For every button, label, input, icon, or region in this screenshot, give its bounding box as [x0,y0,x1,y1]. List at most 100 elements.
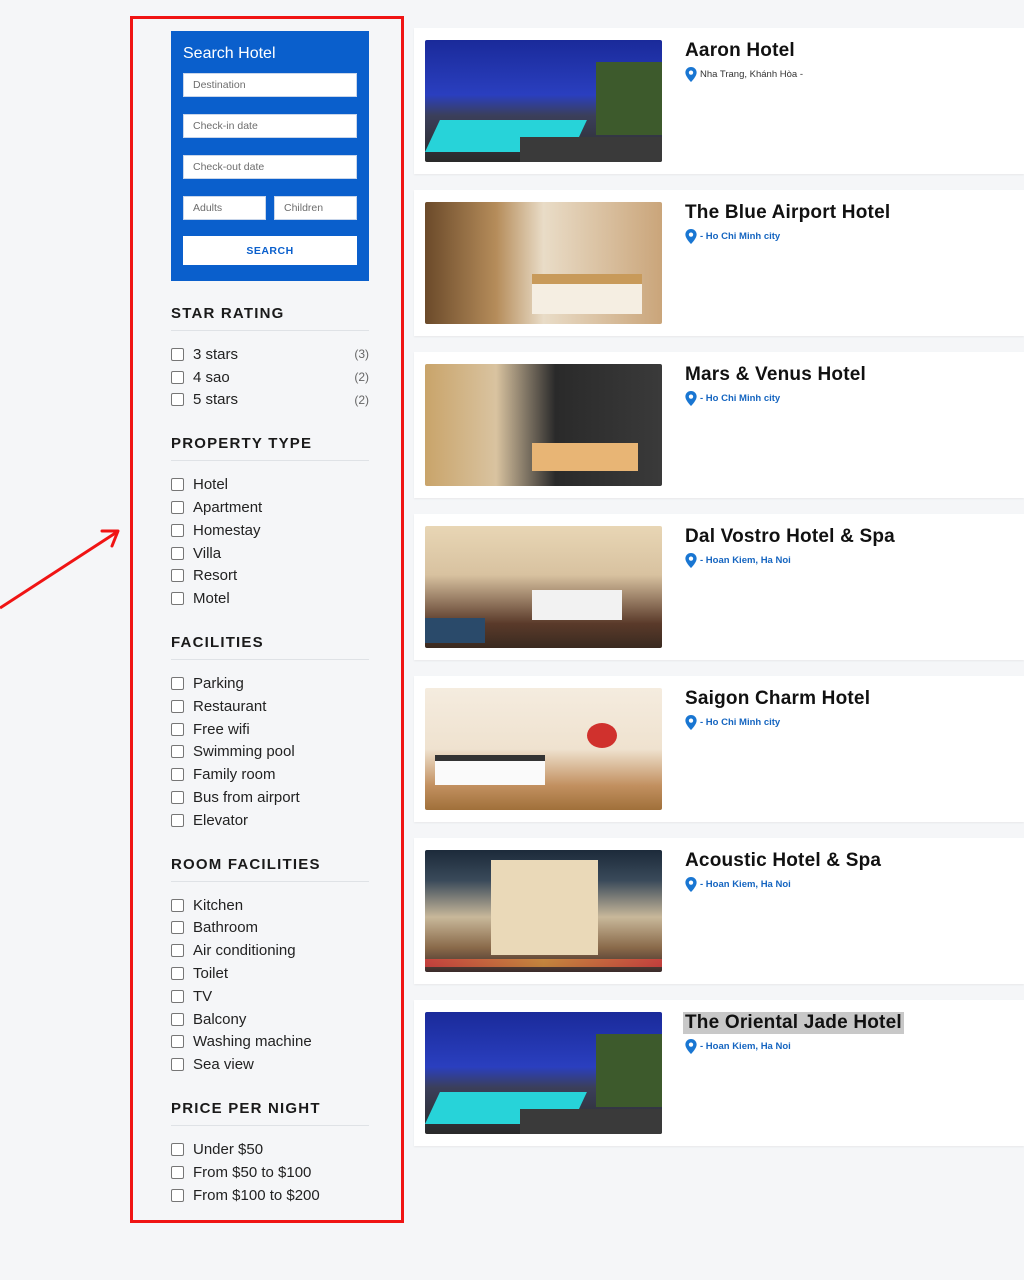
hotel-image[interactable] [425,202,662,324]
filter-option-elevator[interactable]: Elevator [171,809,369,832]
filter-option-swimming-pool[interactable]: Swimming pool [171,741,369,764]
filter-option-hotel[interactable]: Hotel [171,473,369,496]
filter-option-3-stars[interactable]: 3 stars (3) [171,343,369,366]
filter-option-restaurant[interactable]: Restaurant [171,695,369,718]
checkbox[interactable] [171,944,184,958]
filter-option-50-to-100[interactable]: From $50 to $100 [171,1161,369,1184]
hotel-name-link[interactable]: The Oriental Jade Hotel [683,1012,904,1034]
checkbox[interactable] [171,1188,184,1202]
checkbox[interactable] [171,1165,184,1179]
search-hotel-form: Search Hotel SEARCH [171,31,369,281]
hotel-card[interactable]: Mars & Venus Hotel - Ho Chi Minh city [414,352,1024,498]
option-label: Apartment [193,499,263,517]
checkbox[interactable] [171,813,184,827]
option-label: Bathroom [193,919,259,937]
checkbox[interactable] [171,478,184,492]
checkbox[interactable] [171,989,184,1003]
checkbox[interactable] [171,967,184,981]
filter-option-free-wifi[interactable]: Free wifi [171,718,369,741]
filter-option-100-to-200[interactable]: From $100 to $200 [171,1184,369,1207]
option-label: Parking [193,675,244,693]
hotel-card[interactable]: Acoustic Hotel & Spa - Hoan Kiem, Ha Noi [414,838,1024,984]
guests-row [183,196,357,237]
filter-option-kitchen[interactable]: Kitchen [171,894,369,917]
map-pin-icon [685,229,697,244]
checkbox[interactable] [171,1143,184,1157]
checkbox[interactable] [171,1012,184,1026]
checkbox[interactable] [171,569,184,583]
hotel-image[interactable] [425,688,662,810]
checkbox[interactable] [171,768,184,782]
checkin-date-input[interactable] [183,114,357,138]
filter-option-parking[interactable]: Parking [171,672,369,695]
filter-option-toilet[interactable]: Toilet [171,962,369,985]
checkbox[interactable] [171,523,184,537]
hotel-image[interactable] [425,526,662,648]
filter-option-balcony[interactable]: Balcony [171,1008,369,1031]
checkbox[interactable] [171,1035,184,1049]
map-pin-icon [685,715,697,730]
filter-title: FACILITIES [171,634,369,661]
price-per-night-filter: PRICE PER NIGHT Under $50 From $50 to $1… [171,1100,369,1206]
children-input[interactable] [274,196,357,220]
checkbox[interactable] [171,722,184,736]
option-label: Toilet [193,965,229,983]
annotation-arrow-icon [0,529,120,610]
hotel-card[interactable]: The Oriental Jade Hotel - Hoan Kiem, Ha … [414,1000,1024,1146]
map-pin-icon [685,877,697,892]
checkbox[interactable] [171,1058,184,1072]
checkbox[interactable] [171,791,184,805]
option-label: Free wifi [193,720,250,738]
filter-option-4-sao[interactable]: 4 sao (2) [171,366,369,389]
filter-option-washing-machine[interactable]: Washing machine [171,1031,369,1054]
checkbox[interactable] [171,592,184,606]
option-label: 4 sao [193,368,230,386]
filter-option-apartment[interactable]: Apartment [171,496,369,519]
checkout-date-input[interactable] [183,155,357,179]
checkbox[interactable] [171,699,184,713]
filter-option-sea-view[interactable]: Sea view [171,1053,369,1076]
adults-input[interactable] [183,196,266,220]
hotel-card[interactable]: The Blue Airport Hotel - Ho Chi Minh cit… [414,190,1024,336]
location-text: - Hoan Kiem, Ha Noi [700,555,791,566]
hotel-name-link[interactable]: Aaron Hotel [685,40,795,62]
checkbox[interactable] [171,898,184,912]
filter-option-5-stars[interactable]: 5 stars (2) [171,389,369,412]
destination-input[interactable] [183,73,357,97]
hotel-name-link[interactable]: Dal Vostro Hotel & Spa [685,526,895,548]
filter-option-family-room[interactable]: Family room [171,763,369,786]
hotel-name-link[interactable]: The Blue Airport Hotel [685,202,890,224]
checkbox[interactable] [171,745,184,759]
checkbox[interactable] [171,501,184,515]
filter-option-under-50[interactable]: Under $50 [171,1138,369,1161]
filter-option-villa[interactable]: Villa [171,542,369,565]
hotel-card[interactable]: Dal Vostro Hotel & Spa - Hoan Kiem, Ha N… [414,514,1024,660]
search-title: Search Hotel [183,45,276,62]
facilities-filter: FACILITIES Parking Restaurant Free wifi … [171,634,369,832]
filter-option-bus-from-airport[interactable]: Bus from airport [171,786,369,809]
checkbox[interactable] [171,393,184,407]
checkbox[interactable] [171,546,184,560]
hotel-image[interactable] [425,850,662,972]
filter-option-resort[interactable]: Resort [171,565,369,588]
filter-option-homestay[interactable]: Homestay [171,519,369,542]
hotel-image[interactable] [425,40,662,162]
hotel-card[interactable]: Saigon Charm Hotel - Ho Chi Minh city [414,676,1024,822]
checkbox[interactable] [171,370,184,384]
hotel-image[interactable] [425,364,662,486]
search-button[interactable]: SEARCH [183,236,357,265]
filter-option-motel[interactable]: Motel [171,587,369,610]
hotel-name-link[interactable]: Mars & Venus Hotel [685,364,866,386]
filter-title: ROOM FACILITIES [171,856,369,882]
hotel-card[interactable]: Aaron Hotel Nha Trang, Khánh Hòa - [414,28,1024,174]
checkbox[interactable] [171,347,184,361]
hotel-name-link[interactable]: Saigon Charm Hotel [685,688,870,710]
filter-option-tv[interactable]: TV [171,985,369,1008]
checkbox[interactable] [171,677,184,691]
option-count: (2) [354,392,369,407]
hotel-name-link[interactable]: Acoustic Hotel & Spa [685,850,881,872]
checkbox[interactable] [171,921,184,935]
hotel-image[interactable] [425,1012,662,1134]
filter-option-air-conditioning[interactable]: Air conditioning [171,939,369,962]
filter-option-bathroom[interactable]: Bathroom [171,917,369,940]
